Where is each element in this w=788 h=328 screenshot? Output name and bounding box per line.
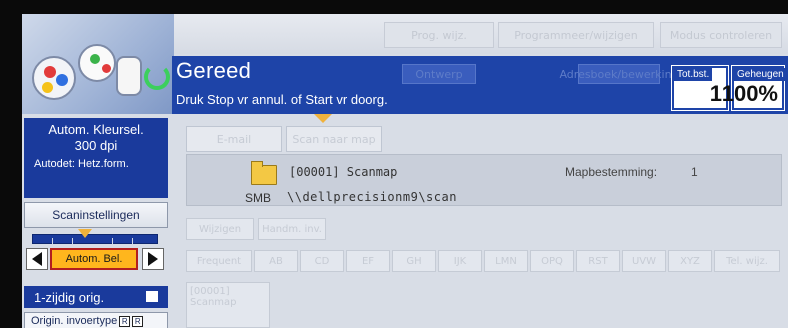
destination-protocol: SMB xyxy=(245,191,272,205)
change-button[interactable]: Wijzigen xyxy=(186,218,254,240)
total-originals-value: 1 xyxy=(709,81,722,106)
density-decrease-button[interactable] xyxy=(26,248,48,270)
density-slider[interactable] xyxy=(32,234,158,244)
resolution-label: 300 dpi xyxy=(74,138,118,153)
index-tab-gh[interactable]: GH xyxy=(392,250,436,272)
arrow-right-icon xyxy=(148,252,158,266)
folder-destination-label: Mapbestemming: xyxy=(565,165,658,179)
program-change-button[interactable]: Programmeer/wijzigen xyxy=(498,22,654,48)
memory-value: 100% xyxy=(721,81,778,106)
arrow-left-icon xyxy=(32,252,42,266)
slider-tick xyxy=(112,238,113,244)
prog-button[interactable]: Prog. wijz. xyxy=(384,22,494,48)
destination-path: \\dellprecisionm9\scan xyxy=(287,190,457,204)
page-icon: R xyxy=(132,315,144,327)
tabs-row: E-mail Scan naar map xyxy=(182,118,788,154)
status-header: Gereed Druk Stop vr annul. of Start vr d… xyxy=(144,56,788,114)
folder-entry-button[interactable]: [00001] Scanmap xyxy=(186,282,270,328)
color-mode-label: Autom. Kleursel. xyxy=(48,122,144,137)
memory-label: Geheugen xyxy=(734,68,787,81)
index-tab-ab[interactable]: AB xyxy=(254,250,298,272)
tab-pointer-icon xyxy=(314,114,332,123)
status-message: Druk Stop vr annul. of Start vr doorg. xyxy=(176,92,388,107)
address-book-button[interactable]: Adresboek/bewerking xyxy=(559,64,679,84)
left-panel: Autom. Kleursel. 300 dpi Autodet: Hetz.f… xyxy=(22,114,174,328)
index-tab-opq[interactable]: OPQ xyxy=(530,250,574,272)
index-tab-lmn[interactable]: LMN xyxy=(484,250,528,272)
input-type-button[interactable]: Origin. invoertype R R xyxy=(24,312,168,328)
index-tab-edit[interactable]: Tel. wijz. xyxy=(714,250,780,272)
destination-name: [00001] Scanmap xyxy=(289,165,398,179)
folder-entry-id: [00001] xyxy=(190,286,230,297)
slider-tick xyxy=(72,238,73,244)
auto-density-button[interactable]: Autom. Bel. xyxy=(50,248,138,270)
screen: Prog. wijz. Programmeer/wijzigen Modus c… xyxy=(22,14,788,328)
index-tab-xyz[interactable]: XYZ xyxy=(668,250,712,272)
ready-status-icon xyxy=(144,64,170,90)
folder-destination-count: 1 xyxy=(691,165,698,179)
slider-tick xyxy=(132,238,133,244)
page-icon: R xyxy=(119,315,131,327)
index-tab-ijk[interactable]: IJK xyxy=(438,250,482,272)
folder-entry-name: Scanmap xyxy=(190,297,237,308)
document-icon xyxy=(146,291,158,302)
duplex-original-button[interactable]: 1-zijdig orig. xyxy=(24,286,168,308)
index-tab-frequent[interactable]: Frequent xyxy=(186,250,252,272)
slider-thumb-icon[interactable] xyxy=(78,229,92,238)
status-title: Gereed xyxy=(176,58,252,83)
index-tab-ef[interactable]: EF xyxy=(346,250,390,272)
folder-icon xyxy=(251,161,277,185)
manual-input-button[interactable]: Handm. inv. xyxy=(258,218,326,240)
check-modes-button[interactable]: Modus controleren xyxy=(660,22,782,48)
index-tab-uvw[interactable]: UVW xyxy=(622,250,666,272)
total-originals-counter: Tot.bst. 1 xyxy=(671,65,729,111)
destination-row[interactable]: [00001] Scanmap SMB \\dellprecisionm9\sc… xyxy=(186,154,782,206)
index-tab-rst[interactable]: RST xyxy=(576,250,620,272)
slider-tick xyxy=(52,238,53,244)
color-mode-button[interactable]: Autom. Kleursel. 300 dpi Autodet: Hetz.f… xyxy=(24,118,168,198)
scan-settings-button[interactable]: Scaninstellingen xyxy=(24,202,168,228)
tab-scan-to-folder[interactable]: Scan naar map xyxy=(286,126,382,152)
autodetect-label: Autodet: Hetz.form. xyxy=(34,158,129,170)
total-originals-label: Tot.bst. xyxy=(674,68,713,81)
ontwerp-button[interactable]: Ontwerp xyxy=(402,64,476,84)
tab-email[interactable]: E-mail xyxy=(186,126,282,152)
duplex-label: 1-zijdig orig. xyxy=(34,289,105,305)
index-tab-cd[interactable]: CD xyxy=(300,250,344,272)
input-type-label: Origin. invoertype xyxy=(31,315,118,327)
density-increase-button[interactable] xyxy=(142,248,164,270)
memory-counter: Geheugen 100% xyxy=(722,65,787,111)
